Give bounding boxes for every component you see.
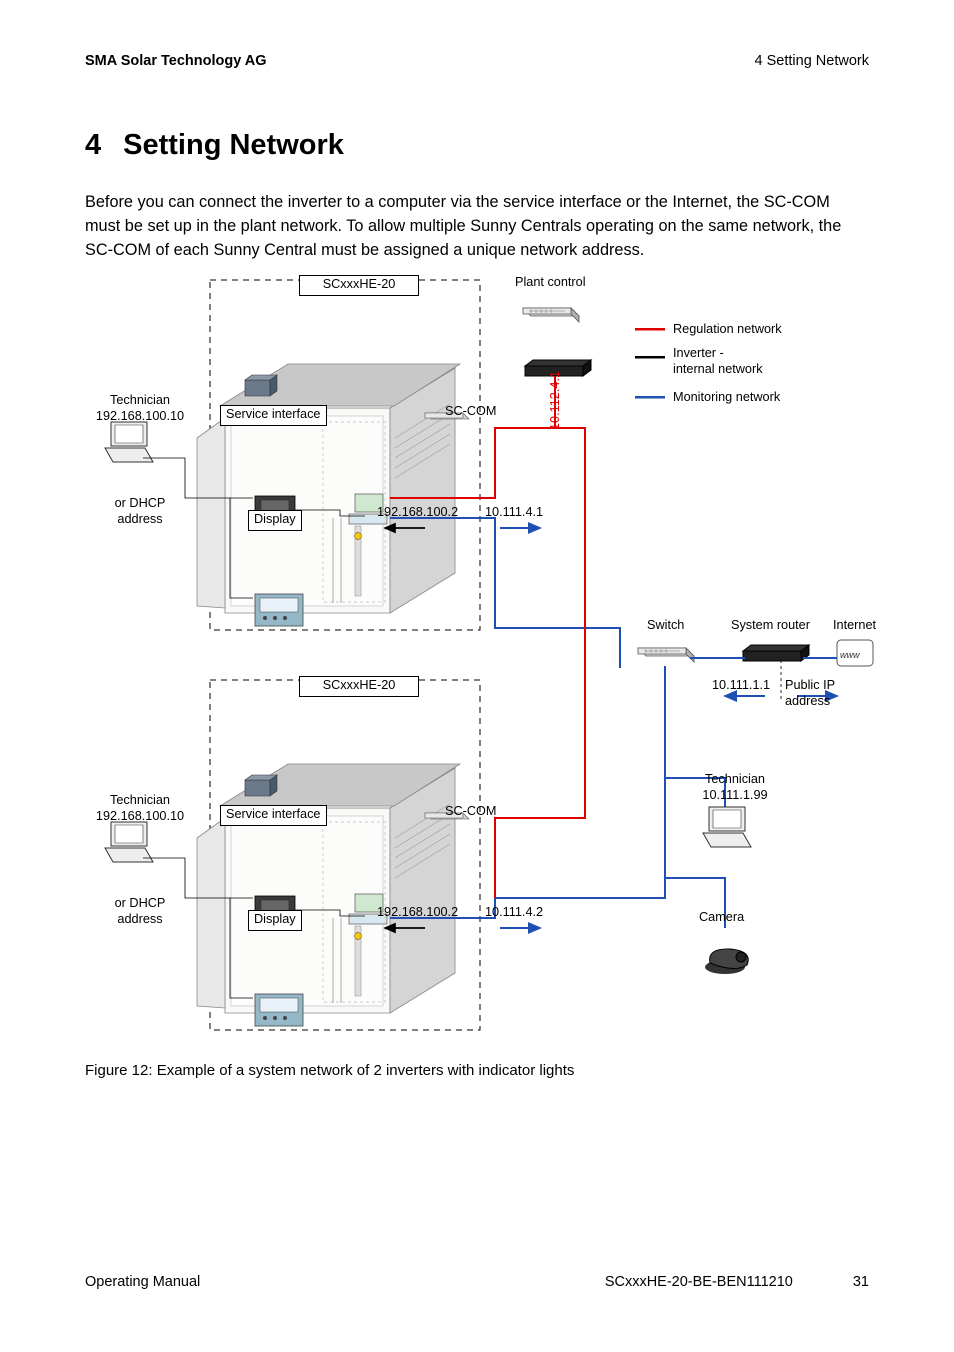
legend-inverter-internal-label: Inverter - internal network bbox=[673, 346, 763, 378]
sc-com-net-ip-1: 10.111.4.1 bbox=[485, 505, 543, 521]
inverter-model-label-1: SCxxxHE-20 bbox=[299, 275, 419, 296]
sc-com-local-ip-1: 192.168.100.2 bbox=[377, 505, 458, 521]
footer-page-number: 31 bbox=[853, 1274, 869, 1290]
section-heading: 4 Setting Network bbox=[85, 129, 869, 162]
body-paragraph: Before you can connect the inverter to a… bbox=[85, 190, 869, 262]
sc-com-label-1: SC-COM bbox=[445, 404, 496, 420]
footer-doc-type: Operating Manual bbox=[85, 1274, 200, 1290]
page-header: SMA Solar Technology AG 4 Setting Networ… bbox=[85, 53, 869, 69]
section-title: Setting Network bbox=[123, 129, 344, 161]
svg-text:www: www bbox=[840, 650, 860, 660]
sc-com-local-ip-2: 192.168.100.2 bbox=[377, 905, 458, 921]
internet-label: Internet bbox=[833, 618, 876, 634]
network-diagram: .dashed { fill:none; stroke:#000; stroke… bbox=[85, 278, 875, 1048]
dhcp-label-2: or DHCP address bbox=[95, 896, 185, 928]
public-ip-label: Public IP address bbox=[785, 678, 875, 710]
legend-monitoring-label: Monitoring network bbox=[673, 390, 780, 406]
regulation-ip-label: 10.112.4.1 bbox=[548, 364, 564, 436]
dhcp-label-1: or DHCP address bbox=[95, 496, 185, 528]
camera-label: Camera bbox=[699, 910, 744, 926]
inverter-model-label-2: SCxxxHE-20 bbox=[299, 676, 419, 697]
technician-remote-label: Technician 10.111.1.99 bbox=[675, 772, 795, 804]
system-router-label: System router bbox=[731, 618, 810, 634]
display-label-1: Display bbox=[248, 510, 302, 531]
page-footer: Operating Manual SCxxxHE-20-BE-BEN111210… bbox=[85, 1274, 869, 1290]
plant-control-label: Plant control bbox=[515, 275, 586, 291]
figure-caption: Figure 12: Example of a system network o… bbox=[85, 1062, 869, 1079]
service-interface-label-2: Service interface bbox=[220, 805, 327, 826]
technician-local-label-2: Technician 192.168.100.10 bbox=[75, 793, 205, 825]
header-company: SMA Solar Technology AG bbox=[85, 53, 267, 69]
header-section: 4 Setting Network bbox=[755, 53, 869, 69]
service-interface-label-1: Service interface bbox=[220, 405, 327, 426]
section-number: 4 bbox=[85, 129, 101, 161]
router-ip-label: 10.111.1.1 bbox=[712, 678, 770, 694]
switch-label: Switch bbox=[647, 618, 684, 634]
technician-local-label-1: Technician 192.168.100.10 bbox=[75, 393, 205, 425]
display-label-2: Display bbox=[248, 910, 302, 931]
sc-com-net-ip-2: 10.111.4.2 bbox=[485, 905, 543, 921]
sc-com-label-2: SC-COM bbox=[445, 804, 496, 820]
footer-doc-id: SCxxxHE-20-BE-BEN111210 bbox=[605, 1274, 793, 1290]
legend-regulation-label: Regulation network bbox=[673, 322, 782, 338]
